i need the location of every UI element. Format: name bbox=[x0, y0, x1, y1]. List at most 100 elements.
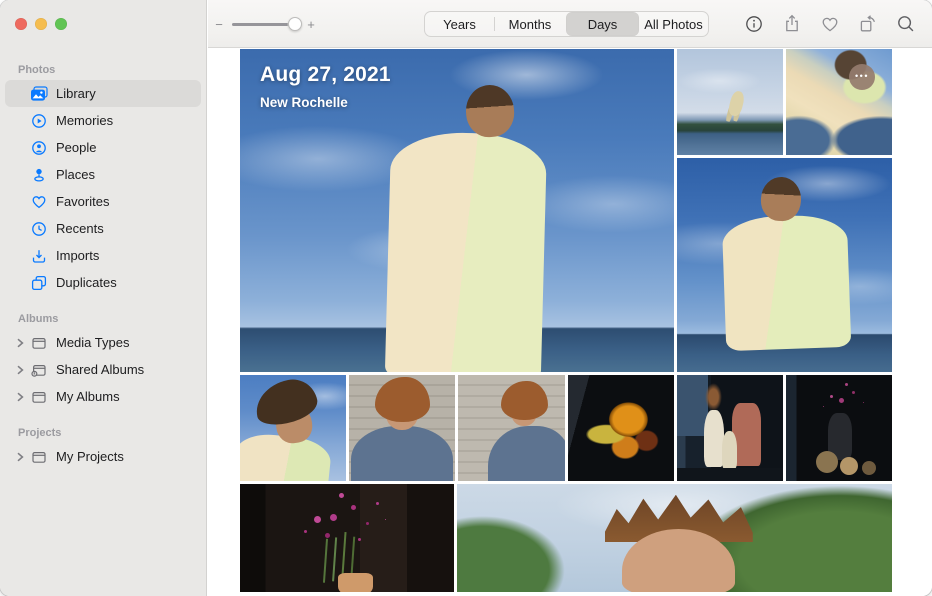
sidebar-item-label: Duplicates bbox=[56, 275, 117, 290]
flower-dots-shape bbox=[839, 398, 844, 403]
photo-person-denim-doorway[interactable] bbox=[458, 375, 564, 481]
sidebar-item-imports[interactable]: Imports bbox=[5, 242, 201, 269]
sidebar-item-my-albums[interactable]: My Albums bbox=[5, 383, 201, 410]
sidebar-item-places[interactable]: Places bbox=[5, 161, 201, 188]
more-options-button[interactable]: ••• bbox=[849, 64, 875, 90]
sidebar-item-library[interactable]: Library bbox=[5, 80, 201, 107]
chevron-right-icon[interactable] bbox=[16, 452, 25, 462]
photo-dried-flowers-bottle[interactable] bbox=[786, 375, 892, 481]
day-header: Aug 27, 2021 New Rochelle bbox=[260, 63, 391, 110]
sidebar-item-label: Recents bbox=[56, 221, 104, 236]
tab-years[interactable]: Years bbox=[425, 12, 494, 36]
album-box-icon bbox=[30, 449, 48, 465]
photo-grid-area: Aug 27, 2021 New Rochelle ••• bbox=[208, 48, 932, 596]
sidebar-item-label: Memories bbox=[56, 113, 113, 128]
share-icon[interactable] bbox=[781, 14, 802, 35]
sidebar-item-people[interactable]: People bbox=[5, 134, 201, 161]
photo-person-denim-closeup[interactable] bbox=[349, 375, 455, 481]
vase-shape bbox=[338, 573, 372, 592]
photo-person-checkered-dress[interactable]: Aug 27, 2021 New Rochelle bbox=[240, 49, 674, 372]
figure-shirt-shape bbox=[488, 426, 564, 481]
chevron-right-icon[interactable] bbox=[16, 392, 25, 402]
tab-all-photos[interactable]: All Photos bbox=[639, 12, 708, 36]
zoom-in-icon[interactable]: + bbox=[306, 17, 316, 32]
sidebar-section-header-projects: Projects bbox=[5, 423, 201, 443]
favorites-heart-icon bbox=[30, 194, 48, 210]
sidebar-item-duplicates[interactable]: Duplicates bbox=[5, 269, 201, 296]
sidebar-item-shared-albums[interactable]: Shared Albums bbox=[5, 356, 201, 383]
photo-ceramic-vases[interactable] bbox=[677, 375, 783, 481]
shelf-shape bbox=[677, 468, 783, 481]
sidebar-section-header-photos: Photos bbox=[5, 60, 201, 80]
photo-gourds-still-life[interactable] bbox=[568, 375, 674, 481]
figure-hair-shape bbox=[375, 377, 430, 422]
info-circle-icon[interactable] bbox=[743, 14, 764, 35]
figure-dress-shape bbox=[384, 131, 547, 372]
tab-months[interactable]: Months bbox=[494, 12, 566, 36]
zoom-out-icon[interactable]: − bbox=[214, 17, 224, 32]
photo-person-windblown-hair[interactable] bbox=[240, 375, 346, 481]
memories-icon bbox=[30, 113, 48, 129]
sidebar-item-label: My Albums bbox=[56, 389, 120, 404]
sidebar-item-label: Places bbox=[56, 167, 95, 182]
figure-shirt-shape bbox=[722, 214, 851, 351]
flower-stems-shape bbox=[341, 531, 346, 575]
photo-person-jumping-beach[interactable] bbox=[677, 49, 783, 155]
zoom-slider-knob[interactable] bbox=[288, 17, 302, 31]
thumbnail-zoom-slider[interactable]: − + bbox=[214, 0, 316, 48]
tab-days[interactable]: Days bbox=[566, 12, 639, 36]
photos-app-window: Photos Library Memories People bbox=[0, 0, 932, 596]
rotate-icon[interactable] bbox=[857, 14, 878, 35]
sidebar-list: Photos Library Memories People bbox=[0, 60, 206, 470]
sidebar-item-label: Shared Albums bbox=[56, 362, 144, 377]
places-pin-icon bbox=[30, 167, 48, 183]
favorite-heart-icon[interactable] bbox=[819, 14, 840, 35]
photo-row-2 bbox=[240, 375, 892, 481]
fullscreen-window-button[interactable] bbox=[55, 18, 67, 30]
sidebar-item-recents[interactable]: Recents bbox=[5, 215, 201, 242]
search-icon[interactable] bbox=[895, 14, 916, 35]
sidebar-item-my-projects[interactable]: My Projects bbox=[5, 443, 201, 470]
toolbar-actions bbox=[743, 0, 916, 48]
date-label: Aug 27, 2021 bbox=[260, 63, 391, 87]
album-box-icon bbox=[30, 335, 48, 351]
seed-pods-shape bbox=[816, 451, 838, 473]
sidebar-item-label: My Projects bbox=[56, 449, 124, 464]
photos-library-icon bbox=[30, 86, 48, 102]
small-vase-shape bbox=[722, 431, 737, 469]
photo-row-3 bbox=[240, 484, 892, 592]
sidebar-item-favorites[interactable]: Favorites bbox=[5, 188, 201, 215]
shared-album-icon bbox=[30, 362, 48, 378]
photo-person-smiling-sky[interactable] bbox=[677, 158, 892, 372]
sidebar-item-label: Imports bbox=[56, 248, 99, 263]
photo-selfie-looking-up[interactable] bbox=[457, 484, 892, 592]
sidebar-item-label: Library bbox=[56, 86, 96, 101]
imports-tray-icon bbox=[30, 248, 48, 264]
minimize-window-button[interactable] bbox=[35, 18, 47, 30]
photo-selfie-checkered-shirt[interactable]: ••• bbox=[786, 49, 892, 155]
figure-head-shape bbox=[464, 83, 516, 138]
zoom-slider-track[interactable] bbox=[232, 23, 298, 26]
chevron-right-icon[interactable] bbox=[16, 365, 25, 375]
dried-plant-shape bbox=[705, 383, 722, 411]
sidebar-item-label: People bbox=[56, 140, 96, 155]
chevron-right-icon[interactable] bbox=[16, 338, 25, 348]
photo-row-1: Aug 27, 2021 New Rochelle ••• bbox=[240, 49, 892, 372]
close-window-button[interactable] bbox=[15, 18, 27, 30]
day-photo-grid: Aug 27, 2021 New Rochelle ••• bbox=[240, 49, 892, 592]
location-label: New Rochelle bbox=[260, 95, 391, 110]
photo-column-right: ••• bbox=[677, 49, 892, 372]
sidebar-item-memories[interactable]: Memories bbox=[5, 107, 201, 134]
toolbar: − + Years Months Days All Photos bbox=[208, 0, 932, 48]
window-controls bbox=[15, 18, 67, 30]
people-icon bbox=[30, 140, 48, 156]
figure-shirt-shape bbox=[351, 426, 453, 481]
recents-clock-icon bbox=[30, 221, 48, 237]
flower-blooms-shape bbox=[330, 514, 337, 521]
photo-row-1-right-top: ••• bbox=[677, 49, 892, 155]
photo-magenta-flowers-vase[interactable] bbox=[240, 484, 454, 592]
figure-jumping-shape bbox=[727, 90, 746, 117]
figure-hair-shape bbox=[501, 381, 548, 419]
duplicates-icon bbox=[30, 275, 48, 291]
sidebar-item-media-types[interactable]: Media Types bbox=[5, 329, 201, 356]
